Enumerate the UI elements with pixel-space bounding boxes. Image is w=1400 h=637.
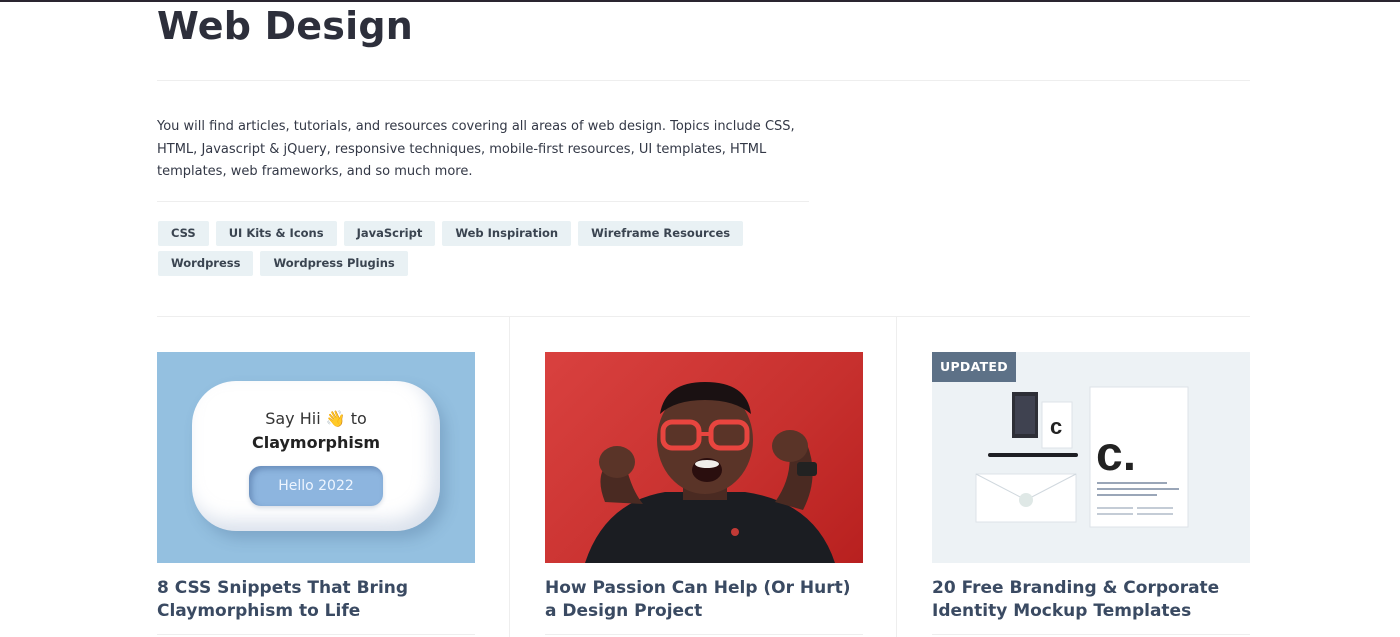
divider xyxy=(157,201,809,202)
tag-list: CSS UI Kits & Icons JavaScript Web Inspi… xyxy=(158,221,818,276)
thumb-text: Claymorphism xyxy=(251,433,381,452)
top-border xyxy=(0,0,1400,2)
branding-mockup-illustration: c c. xyxy=(975,386,1189,528)
divider xyxy=(545,634,863,635)
tag-web-inspiration[interactable]: Web Inspiration xyxy=(442,221,572,246)
divider xyxy=(157,634,475,635)
tag-wordpress-plugins[interactable]: Wordpress Plugins xyxy=(260,251,408,276)
thumb-button-illustration: Hello 2022 xyxy=(249,466,383,506)
svg-text:c: c xyxy=(1050,414,1062,439)
article-title-link[interactable]: How Passion Can Help (Or Hurt) a Design … xyxy=(545,577,863,623)
divider xyxy=(157,80,1250,81)
divider xyxy=(157,316,1250,317)
excited-man-photo xyxy=(585,382,835,563)
article-card: c c. UPDATED 20 Free Branding & Corporat… xyxy=(932,352,1250,635)
claymorphism-card-illustration: Say Hii 👋 to Claymorphism Hello 2022 xyxy=(192,381,440,531)
article-thumbnail[interactable]: Say Hii 👋 to Claymorphism Hello 2022 xyxy=(157,352,475,563)
column-divider xyxy=(509,317,510,637)
svg-text:c.: c. xyxy=(1096,428,1136,481)
divider xyxy=(932,634,1250,635)
thumb-text: Say Hii 👋 to xyxy=(265,409,367,428)
article-thumbnail[interactable]: c c. UPDATED xyxy=(932,352,1250,563)
column-divider xyxy=(896,317,897,637)
article-card: Say Hii 👋 to Claymorphism Hello 2022 8 C… xyxy=(157,352,475,635)
article-thumbnail[interactable] xyxy=(545,352,863,563)
updated-badge: UPDATED xyxy=(932,352,1016,382)
page-title: Web Design xyxy=(157,4,413,48)
category-description: You will find articles, tutorials, and r… xyxy=(157,119,795,179)
tag-css[interactable]: CSS xyxy=(158,221,209,246)
article-card: How Passion Can Help (Or Hurt) a Design … xyxy=(545,352,863,635)
article-title-link[interactable]: 20 Free Branding & Corporate Identity Mo… xyxy=(932,577,1250,623)
tag-wireframe-resources[interactable]: Wireframe Resources xyxy=(578,221,744,246)
tag-javascript[interactable]: JavaScript xyxy=(343,221,436,246)
article-title-link[interactable]: 8 CSS Snippets That Bring Claymorphism t… xyxy=(157,577,475,623)
tag-wordpress[interactable]: Wordpress xyxy=(158,251,254,276)
tag-ui-kits-icons[interactable]: UI Kits & Icons xyxy=(215,221,337,246)
